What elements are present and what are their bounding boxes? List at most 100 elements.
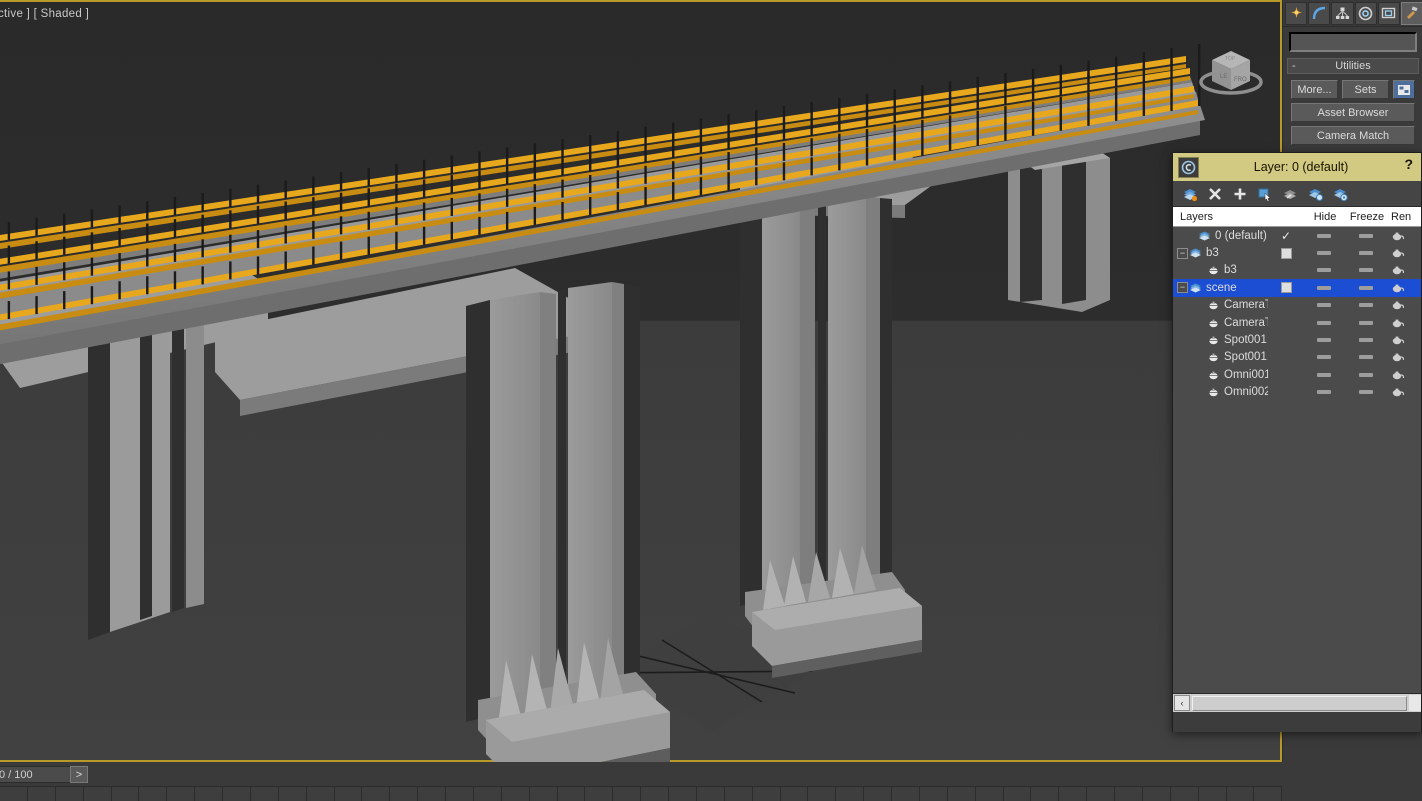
render-cell[interactable] xyxy=(1388,386,1421,398)
expand-collapse-toggle[interactable]: − xyxy=(1177,247,1188,259)
hide-cell[interactable] xyxy=(1304,320,1344,325)
view-cube-icon[interactable]: LE FRO TOP xyxy=(1192,30,1270,108)
scroll-left-button[interactable]: ‹ xyxy=(1174,695,1190,711)
camera-match-button[interactable]: Camera Match xyxy=(1291,126,1415,145)
layer-list-body[interactable]: 0 (default) ✓ − b3 b3 − scene CameraTest CameraT… xyxy=(1173,227,1421,693)
freeze-cell[interactable] xyxy=(1344,372,1388,377)
column-header-render[interactable]: Ren xyxy=(1389,211,1421,223)
more-button[interactable]: More... xyxy=(1291,80,1338,99)
asset-browser-button[interactable]: Asset Browser xyxy=(1291,103,1415,122)
hide-cell[interactable] xyxy=(1304,233,1344,238)
freeze-cell[interactable] xyxy=(1344,338,1388,343)
display-tab[interactable] xyxy=(1377,1,1400,25)
hide-cell[interactable] xyxy=(1304,268,1344,273)
track-bar[interactable] xyxy=(0,786,1283,801)
freeze-cell[interactable] xyxy=(1344,390,1388,395)
utilities-rollout-header[interactable]: - Utilities xyxy=(1287,58,1419,74)
motion-tab[interactable] xyxy=(1354,1,1377,25)
layer-name-cell[interactable]: scene xyxy=(1188,281,1268,294)
add-selection-button[interactable] xyxy=(1231,185,1248,202)
hide-cell[interactable] xyxy=(1304,251,1344,256)
freeze-toggle-dash xyxy=(1359,355,1373,360)
freeze-cell[interactable] xyxy=(1344,303,1388,308)
hide-cell[interactable] xyxy=(1304,372,1344,377)
scrollbar-thumb[interactable] xyxy=(1192,695,1407,711)
horizontal-scrollbar[interactable]: ‹ xyxy=(1173,693,1421,712)
render-cell[interactable] xyxy=(1388,334,1421,346)
layer-state-cell[interactable] xyxy=(1268,247,1304,259)
hide-cell[interactable] xyxy=(1304,285,1344,290)
layer-row[interactable]: Omni002 xyxy=(1173,384,1421,401)
perspective-viewport[interactable]: LE FRO TOP ctive ] [ Shaded ] xyxy=(0,0,1282,762)
layer-row[interactable]: − scene xyxy=(1173,279,1421,297)
freeze-toggle-dash xyxy=(1359,251,1373,256)
layer-manager-dialog[interactable]: Layer: 0 (default) ? Layers Hide Freeze … xyxy=(1172,152,1422,732)
layer-name-cell[interactable]: b3 xyxy=(1188,247,1268,260)
viewport-label[interactable]: ctive ] [ Shaded ] xyxy=(0,8,89,20)
hide-cell[interactable] xyxy=(1304,338,1344,343)
layer-name-cell[interactable]: CameraTest.Tar xyxy=(1188,316,1268,329)
render-cell[interactable] xyxy=(1388,264,1421,276)
render-cell[interactable] xyxy=(1388,351,1421,363)
layer-name-cell[interactable]: Spot001 xyxy=(1188,334,1268,347)
column-header-layers[interactable]: Layers xyxy=(1173,211,1269,223)
hide-cell[interactable] xyxy=(1304,355,1344,360)
layer-name-cell[interactable]: 0 (default) xyxy=(1188,229,1268,242)
track-tick xyxy=(195,787,223,801)
layer-name-cell[interactable]: Omni001 xyxy=(1188,368,1268,381)
layer-name-cell[interactable]: CameraTest xyxy=(1188,299,1268,312)
render-cell[interactable] xyxy=(1388,317,1421,329)
render-cell[interactable] xyxy=(1388,247,1421,259)
select-objects-button[interactable] xyxy=(1256,185,1273,202)
layer-name-cell[interactable]: Spot001.Target xyxy=(1188,351,1268,364)
modify-tab[interactable] xyxy=(1308,1,1331,25)
freeze-toggle-dash xyxy=(1359,338,1373,343)
configure-sets-button[interactable] xyxy=(1393,80,1415,99)
hide-cell[interactable] xyxy=(1304,303,1344,308)
layer-name-cell[interactable]: Omni002 xyxy=(1188,386,1268,399)
layer-row[interactable]: b3 xyxy=(1173,262,1421,279)
freeze-cell[interactable] xyxy=(1344,251,1388,256)
layer-row[interactable]: CameraTest xyxy=(1173,297,1421,314)
render-cell[interactable] xyxy=(1388,299,1421,311)
layer-row[interactable]: Spot001 xyxy=(1173,331,1421,348)
layer-row[interactable]: − b3 xyxy=(1173,244,1421,261)
render-cell[interactable] xyxy=(1388,230,1421,242)
next-frame-button[interactable]: > xyxy=(70,766,88,783)
utilities-tab[interactable] xyxy=(1400,1,1422,25)
current-frame-field[interactable]: 0 / 100 xyxy=(0,766,72,783)
layer-state-cell[interactable] xyxy=(1268,282,1304,294)
layer-state-checkbox[interactable] xyxy=(1280,247,1292,259)
freeze-cell[interactable] xyxy=(1344,355,1388,360)
create-tab[interactable] xyxy=(1285,1,1308,25)
layer-row[interactable]: Omni001 xyxy=(1173,366,1421,383)
expand-collapse-toggle[interactable]: − xyxy=(1177,282,1188,294)
freeze-cell[interactable] xyxy=(1344,268,1388,273)
layer-state-cell[interactable]: ✓ xyxy=(1268,230,1304,242)
hide-layer-button[interactable] xyxy=(1281,185,1298,202)
layer-row[interactable]: Spot001.Target xyxy=(1173,349,1421,366)
sets-button[interactable]: Sets xyxy=(1342,80,1389,99)
help-button[interactable]: ? xyxy=(1404,156,1413,172)
hierarchy-tab[interactable] xyxy=(1331,1,1354,25)
render-cell[interactable] xyxy=(1388,282,1421,294)
hide-cell[interactable] xyxy=(1304,390,1344,395)
layer-properties-button[interactable] xyxy=(1306,185,1323,202)
layer-row[interactable]: 0 (default) ✓ xyxy=(1173,227,1421,244)
dialog-titlebar[interactable]: Layer: 0 (default) ? xyxy=(1173,153,1421,181)
layer-label: Spot001.Target xyxy=(1224,351,1268,364)
delete-layer-button[interactable] xyxy=(1206,185,1223,202)
object-name-field[interactable] xyxy=(1289,32,1417,52)
track-tick xyxy=(251,787,279,801)
column-header-freeze[interactable]: Freeze xyxy=(1345,211,1389,223)
freeze-cell[interactable] xyxy=(1344,285,1388,290)
layer-state-checkbox[interactable] xyxy=(1280,282,1292,294)
render-cell[interactable] xyxy=(1388,369,1421,381)
freeze-cell[interactable] xyxy=(1344,233,1388,238)
column-header-hide[interactable]: Hide xyxy=(1305,211,1345,223)
new-layer-button[interactable] xyxy=(1181,185,1198,202)
layer-row[interactable]: CameraTest.Tar xyxy=(1173,314,1421,331)
layer-name-cell[interactable]: b3 xyxy=(1188,264,1268,277)
freeze-cell[interactable] xyxy=(1344,320,1388,325)
layer-settings-button[interactable] xyxy=(1331,185,1348,202)
